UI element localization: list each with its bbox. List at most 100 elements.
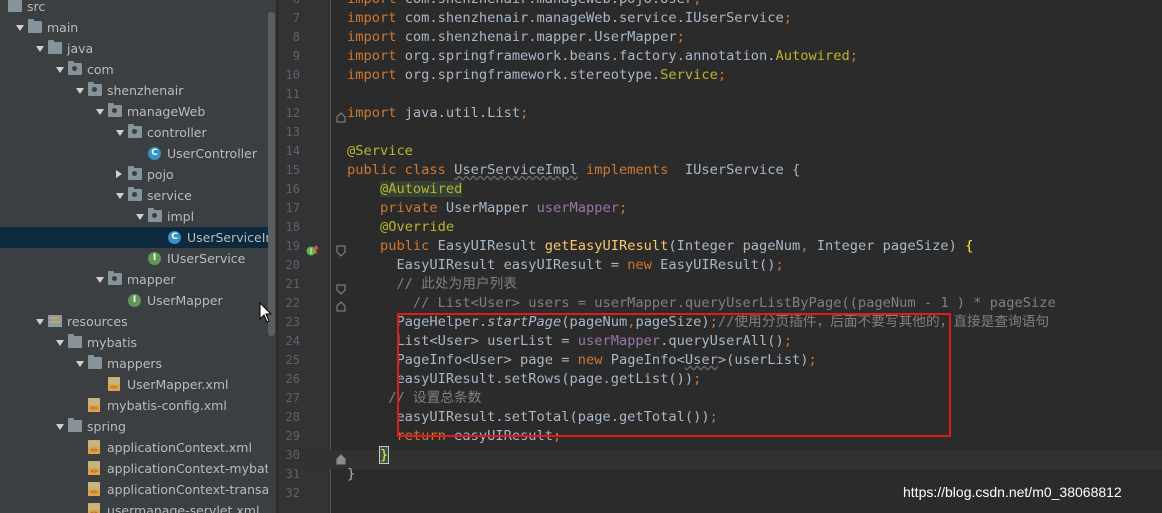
tree-item-usermapper[interactable]: I UserMapper [0, 290, 268, 311]
fold-imports-icon[interactable] [336, 112, 346, 124]
code-line[interactable]: import org.springframework.beans.factory… [347, 47, 858, 66]
tree-item-usermapper-xml[interactable]: UserMapper.xml [0, 374, 268, 395]
tree-item-controller[interactable]: controller [0, 122, 268, 143]
folder-icon [88, 355, 102, 369]
code-token: ; [693, 0, 701, 7]
tree-item-usermanage-servlet-xml[interactable]: usermanage-servlet.xml [0, 500, 268, 513]
code-token: ; [783, 10, 793, 26]
tree-item-label: com [87, 62, 114, 77]
tree-item-src[interactable]: src [0, 0, 268, 17]
collapse-arrow-icon[interactable] [16, 25, 24, 31]
tree-item-label: mapper [127, 272, 176, 287]
line-number: 21 [285, 277, 300, 291]
line-number: 13 [285, 125, 300, 139]
collapse-arrow-icon[interactable] [36, 46, 44, 52]
tree-item-label: java [67, 41, 94, 56]
implement-method-icon[interactable]: I [306, 244, 320, 258]
code-line[interactable]: // 此处为用户列表 [347, 275, 517, 294]
folder-icon [48, 40, 62, 54]
code-line[interactable]: EasyUIResult easyUIResult = new EasyUIRe… [347, 256, 783, 275]
code-line[interactable]: } [347, 446, 390, 465]
code-token: Integer pageSize) [816, 238, 966, 254]
code-line[interactable]: import java.util.List; [347, 104, 528, 123]
line-number: 15 [285, 163, 300, 177]
code-line[interactable]: } [347, 465, 355, 484]
tree-item-label: applicationContext.xml [107, 440, 252, 455]
code-line[interactable]: @Service [347, 142, 413, 161]
tree-item-resources[interactable]: resources [0, 311, 268, 332]
tree-item-shenzhenair[interactable]: shenzhenair [0, 80, 268, 101]
tree-item-label: impl [167, 209, 195, 224]
code-line[interactable]: public EasyUIResult getEasyUIResult(Inte… [347, 237, 973, 256]
collapse-arrow-icon[interactable] [136, 214, 144, 220]
code-line[interactable]: private UserMapper userMapper; [347, 199, 627, 218]
code-line[interactable]: import com.shenzhenair.manageWeb.pojo.Us… [347, 0, 701, 9]
tree-item-spring[interactable]: spring [0, 416, 268, 437]
xml-file-icon [88, 398, 100, 412]
code-token: com.shenzhenair.mapper.UserMapper [404, 29, 677, 45]
line-number: 25 [285, 353, 300, 367]
code-line[interactable]: import org.springframework.stereotype.Se… [347, 66, 726, 85]
code-token: EasyUIResult() [660, 257, 776, 273]
project-tree-scrollbar-thumb[interactable] [268, 12, 275, 336]
tree-item-applicationcontext-mybatis-xml[interactable]: applicationContext-mybatis.xml [0, 458, 268, 479]
tree-item-com[interactable]: com [0, 59, 268, 80]
code-token: import [347, 29, 405, 45]
collapse-arrow-icon[interactable] [56, 340, 64, 346]
package-icon [128, 124, 142, 138]
fold-method-icon[interactable] [336, 244, 346, 258]
code-line[interactable]: import com.shenzhenair.mapper.UserMapper… [347, 28, 685, 47]
tree-item-userserviceimpl[interactable]: C UserServiceImpl [0, 227, 268, 248]
code-line[interactable]: public class UserServiceImpl implements … [347, 161, 800, 180]
tree-item-applicationcontext-xml[interactable]: applicationContext.xml [0, 437, 268, 458]
collapse-arrow-icon[interactable] [96, 277, 104, 283]
line-number: 22 [285, 296, 300, 310]
tree-item-label: applicationContext-mybatis.xml [107, 461, 268, 476]
code-token: @Override [379, 219, 455, 235]
tree-item-manageweb[interactable]: manageWeb [0, 101, 268, 122]
tree-item-impl[interactable]: impl [0, 206, 268, 227]
collapse-arrow-icon[interactable] [56, 67, 64, 73]
collapse-arrow-icon[interactable] [56, 424, 64, 430]
code-token: userMapper [536, 200, 619, 216]
fold-comment-icon[interactable] [336, 283, 346, 313]
tree-item-mybatis[interactable]: mybatis [0, 332, 268, 353]
code-token: // List<User> users = userMapper.queryUs… [347, 295, 1056, 311]
code-line[interactable]: @Autowired [347, 180, 463, 199]
tree-item-pojo[interactable]: pojo [0, 164, 268, 185]
code-token: implements [586, 162, 669, 178]
line-number: 23 [285, 315, 300, 329]
tree-item-applicationcontext-transaction-xml[interactable]: applicationContext-transaction.xml [0, 479, 268, 500]
folder-icon [68, 418, 82, 432]
collapse-arrow-icon[interactable] [116, 193, 124, 199]
collapse-arrow-icon[interactable] [96, 109, 104, 115]
project-tree: src main java com shenzhenair manageWeb contro… [0, 0, 268, 513]
code-token: @Service [347, 143, 413, 159]
tree-item-mapper[interactable]: mapper [0, 269, 268, 290]
line-number: 7 [292, 11, 300, 25]
collapse-arrow-icon[interactable] [76, 361, 84, 367]
code-token: // 此处为用户列表 [347, 276, 517, 292]
code-token: com.shenzhenair.manageWeb.service.IUserS… [404, 10, 784, 26]
tree-item-service[interactable]: service [0, 185, 268, 206]
code-line[interactable]: import com.shenzhenair.manageWeb.service… [347, 9, 792, 28]
expand-arrow-icon[interactable] [116, 170, 122, 178]
tree-item-java[interactable]: java [0, 38, 268, 59]
code-line[interactable]: @Override [347, 218, 454, 237]
tree-item-mappers[interactable]: mappers [0, 353, 268, 374]
package-icon [128, 187, 142, 201]
tree-item-main[interactable]: main [0, 17, 268, 38]
collapse-arrow-icon[interactable] [76, 88, 84, 94]
interface-icon: I [148, 252, 161, 265]
tree-item-label: UserServiceImpl [187, 230, 268, 245]
tree-item-label: applicationContext-transaction.xml [107, 482, 268, 497]
code-token: (Integer pageNum [668, 238, 801, 254]
collapse-arrow-icon[interactable] [36, 319, 44, 325]
tree-item-mybatis-config-xml[interactable]: mybatis-config.xml [0, 395, 268, 416]
tree-item-usercontroller[interactable]: C UserController [0, 143, 268, 164]
fold-end-icon[interactable] [336, 454, 346, 466]
code-line[interactable]: // List<User> users = userMapper.queryUs… [347, 294, 1056, 313]
tree-item-iuserservice[interactable]: I IUserService [0, 248, 268, 269]
collapse-arrow-icon[interactable] [116, 130, 124, 136]
